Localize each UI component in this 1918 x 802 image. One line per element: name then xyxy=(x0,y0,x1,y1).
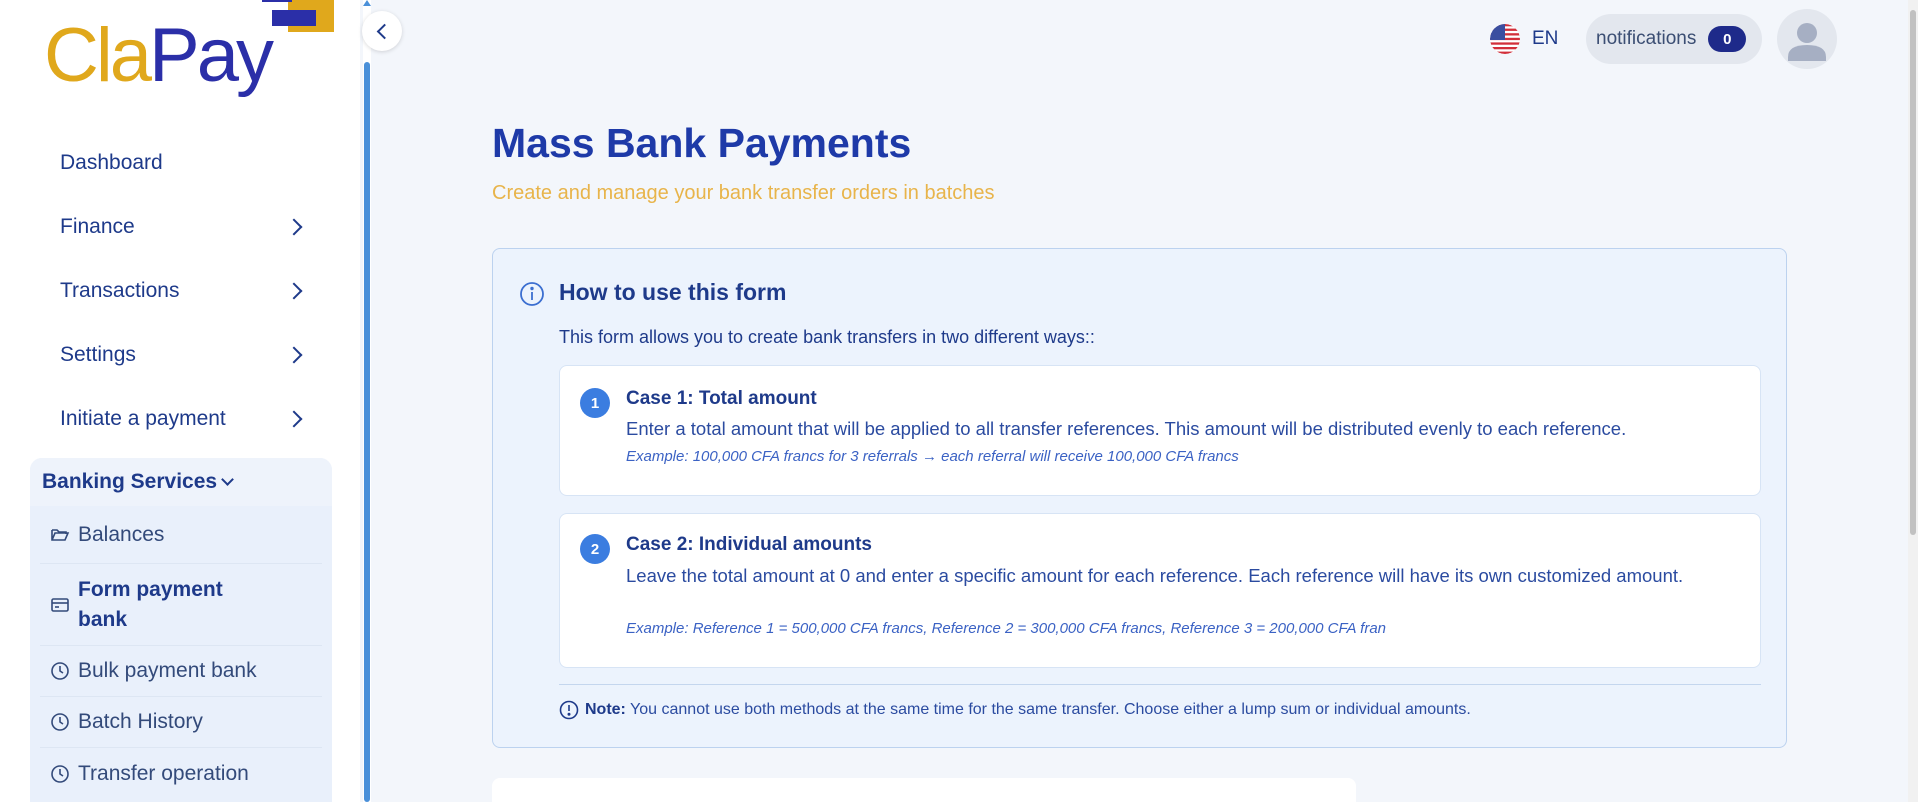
chevron-down-icon xyxy=(221,472,234,486)
clock-icon xyxy=(51,713,69,731)
case-description: Enter a total amount that will be applie… xyxy=(626,418,1627,439)
page-subtitle: Create and manage your bank transfer ord… xyxy=(492,182,995,204)
form-card xyxy=(492,778,1356,802)
user-avatar-icon xyxy=(1788,23,1826,61)
case-number-badge: 2 xyxy=(580,534,610,564)
nav-item-finance[interactable]: Finance xyxy=(30,195,332,259)
language-selector[interactable]: EN xyxy=(1490,24,1558,54)
notifications-label: notifications xyxy=(1596,28,1697,49)
clock-icon xyxy=(51,764,69,783)
page-scrollbar[interactable] xyxy=(1908,0,1918,802)
notifications-button[interactable]: notifications 0 xyxy=(1586,14,1762,64)
note-text: You cannot use both methods at the same … xyxy=(630,701,1471,718)
language-code: EN xyxy=(1532,28,1559,49)
banking-services-group: Banking Services Balances Form payment b… xyxy=(30,458,332,802)
nav-item-transactions[interactable]: Transactions xyxy=(30,259,332,323)
clock-icon xyxy=(51,662,69,680)
nav-item-dashboard[interactable]: Dashboard xyxy=(30,131,332,195)
page-scrollbar-thumb[interactable] xyxy=(1910,10,1916,535)
nav-item-label: Finance xyxy=(60,215,135,238)
chevron-right-icon xyxy=(285,410,303,428)
case-title: Case 1: Total amount xyxy=(626,388,817,409)
nav-item-initiate-payment[interactable]: Initiate a payment xyxy=(30,387,332,451)
case-description: Leave the total amount at 0 and enter a … xyxy=(626,565,1684,586)
case-card-individual-amounts: 2 Case 2: Individual amounts Leave the t… xyxy=(559,513,1761,668)
main-nav: Dashboard Finance Transactions Settings … xyxy=(30,131,332,451)
how-to-use-panel: How to use this form This form allows yo… xyxy=(492,248,1787,748)
case-title: Case 2: Individual amounts xyxy=(626,534,872,555)
notifications-count-badge: 0 xyxy=(1708,26,1747,52)
sidebar-scrollbar-thumb[interactable] xyxy=(364,62,370,802)
info-icon xyxy=(520,282,544,306)
sidebar-scrollbar[interactable] xyxy=(363,0,371,802)
nav-item-label: Settings xyxy=(60,343,136,366)
info-intro: This form allows you to create bank tran… xyxy=(559,327,1095,347)
logo-text: ClaPay xyxy=(44,13,274,98)
us-flag-icon xyxy=(1490,24,1520,54)
folder-open-icon xyxy=(51,528,70,541)
banking-services-label: Banking Services xyxy=(42,470,218,493)
case-example: Example: Reference 1 = 500,000 CFA franc… xyxy=(626,620,1386,637)
chevron-left-icon xyxy=(376,23,392,39)
note-divider xyxy=(559,684,1761,685)
sidebar-item-batch-history[interactable]: Batch History xyxy=(40,697,322,748)
sidebar: ClaPay Dashboard Finance Transactions Se… xyxy=(0,0,360,802)
banking-services-toggle[interactable]: Banking Services xyxy=(30,458,332,506)
nav-item-label: Transactions xyxy=(60,279,180,302)
collapse-sidebar-button[interactable] xyxy=(362,11,402,51)
sidebar-item-label: Transfer operation xyxy=(78,761,249,785)
clapay-logo[interactable]: ClaPay xyxy=(40,0,334,100)
sidebar-item-bulk-payment-bank[interactable]: Bulk payment bank xyxy=(40,646,322,697)
page-title: Mass Bank Payments xyxy=(492,120,912,166)
sidebar-item-label: Batch History xyxy=(78,710,203,733)
note: Note: You cannot use both methods at the… xyxy=(559,700,1471,720)
sidebar-item-form-payment-bank[interactable]: Form payment bank xyxy=(40,564,322,646)
user-avatar[interactable] xyxy=(1777,9,1837,69)
scroll-up-arrow-icon[interactable] xyxy=(363,0,371,6)
sidebar-item-label: Bulk payment bank xyxy=(78,659,257,682)
case-number-badge: 1 xyxy=(580,388,610,418)
case-example: Example: 100,000 CFA francs for 3 referr… xyxy=(626,448,1239,465)
alert-circle-icon xyxy=(559,700,579,720)
chevron-right-icon xyxy=(285,346,303,364)
info-title: How to use this form xyxy=(559,279,787,305)
note-label: Note: xyxy=(585,701,626,718)
sidebar-item-label: Form payment bank xyxy=(78,577,223,631)
chevron-right-icon xyxy=(285,282,303,300)
sidebar-item-balances[interactable]: Balances xyxy=(40,506,322,564)
nav-item-settings[interactable]: Settings xyxy=(30,323,332,387)
chevron-right-icon xyxy=(285,218,303,236)
nav-item-label: Dashboard xyxy=(60,151,163,174)
case-card-total-amount: 1 Case 1: Total amount Enter a total amo… xyxy=(559,365,1761,496)
nav-item-label: Initiate a payment xyxy=(60,407,226,430)
credit-card-icon xyxy=(51,597,69,612)
sidebar-item-transfer-operation[interactable]: Transfer operation xyxy=(40,748,322,799)
sidebar-item-label: Balances xyxy=(78,522,165,546)
